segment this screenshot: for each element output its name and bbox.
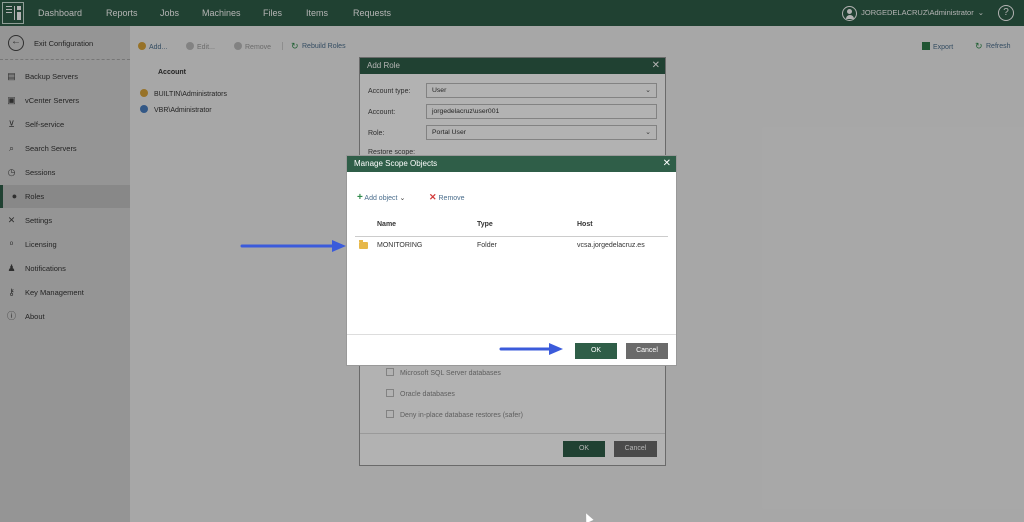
remove-x-icon: ✕: [429, 192, 437, 202]
chevron-down-icon: ⌄: [399, 195, 406, 202]
folder-icon: [359, 240, 368, 249]
scope-row-type[interactable]: Folder: [477, 242, 497, 249]
scope-ok-button[interactable]: OK: [575, 343, 617, 359]
manage-scope-title: Manage Scope Objects: [347, 156, 676, 172]
dialog-title-text: Manage Scope Objects: [354, 159, 438, 168]
column-header-type[interactable]: Type: [477, 221, 493, 228]
scope-row-host[interactable]: vcsa.jorgedelacruz.es: [577, 242, 645, 249]
annotation-arrow-icon: [240, 240, 346, 252]
annotation-arrow-icon: [499, 343, 563, 355]
dialog-divider: [347, 334, 676, 335]
column-header-name[interactable]: Name: [377, 221, 396, 228]
remove-label: Remove: [438, 195, 465, 202]
add-object-label: Add object: [364, 195, 398, 202]
plus-icon: +: [357, 192, 363, 203]
close-icon[interactable]: ✕: [663, 156, 671, 172]
scope-cancel-button[interactable]: Cancel: [626, 343, 668, 359]
table-header-divider: [355, 236, 668, 237]
add-object-button[interactable]: + Add object ⌄: [357, 192, 405, 203]
column-header-host[interactable]: Host: [577, 221, 593, 228]
manage-scope-objects-dialog: Manage Scope Objects ✕ + Add object ⌄ ✕ …: [346, 155, 677, 366]
scope-row-name[interactable]: MONITORING: [377, 242, 422, 249]
remove-object-button[interactable]: ✕ Remove: [429, 192, 465, 203]
